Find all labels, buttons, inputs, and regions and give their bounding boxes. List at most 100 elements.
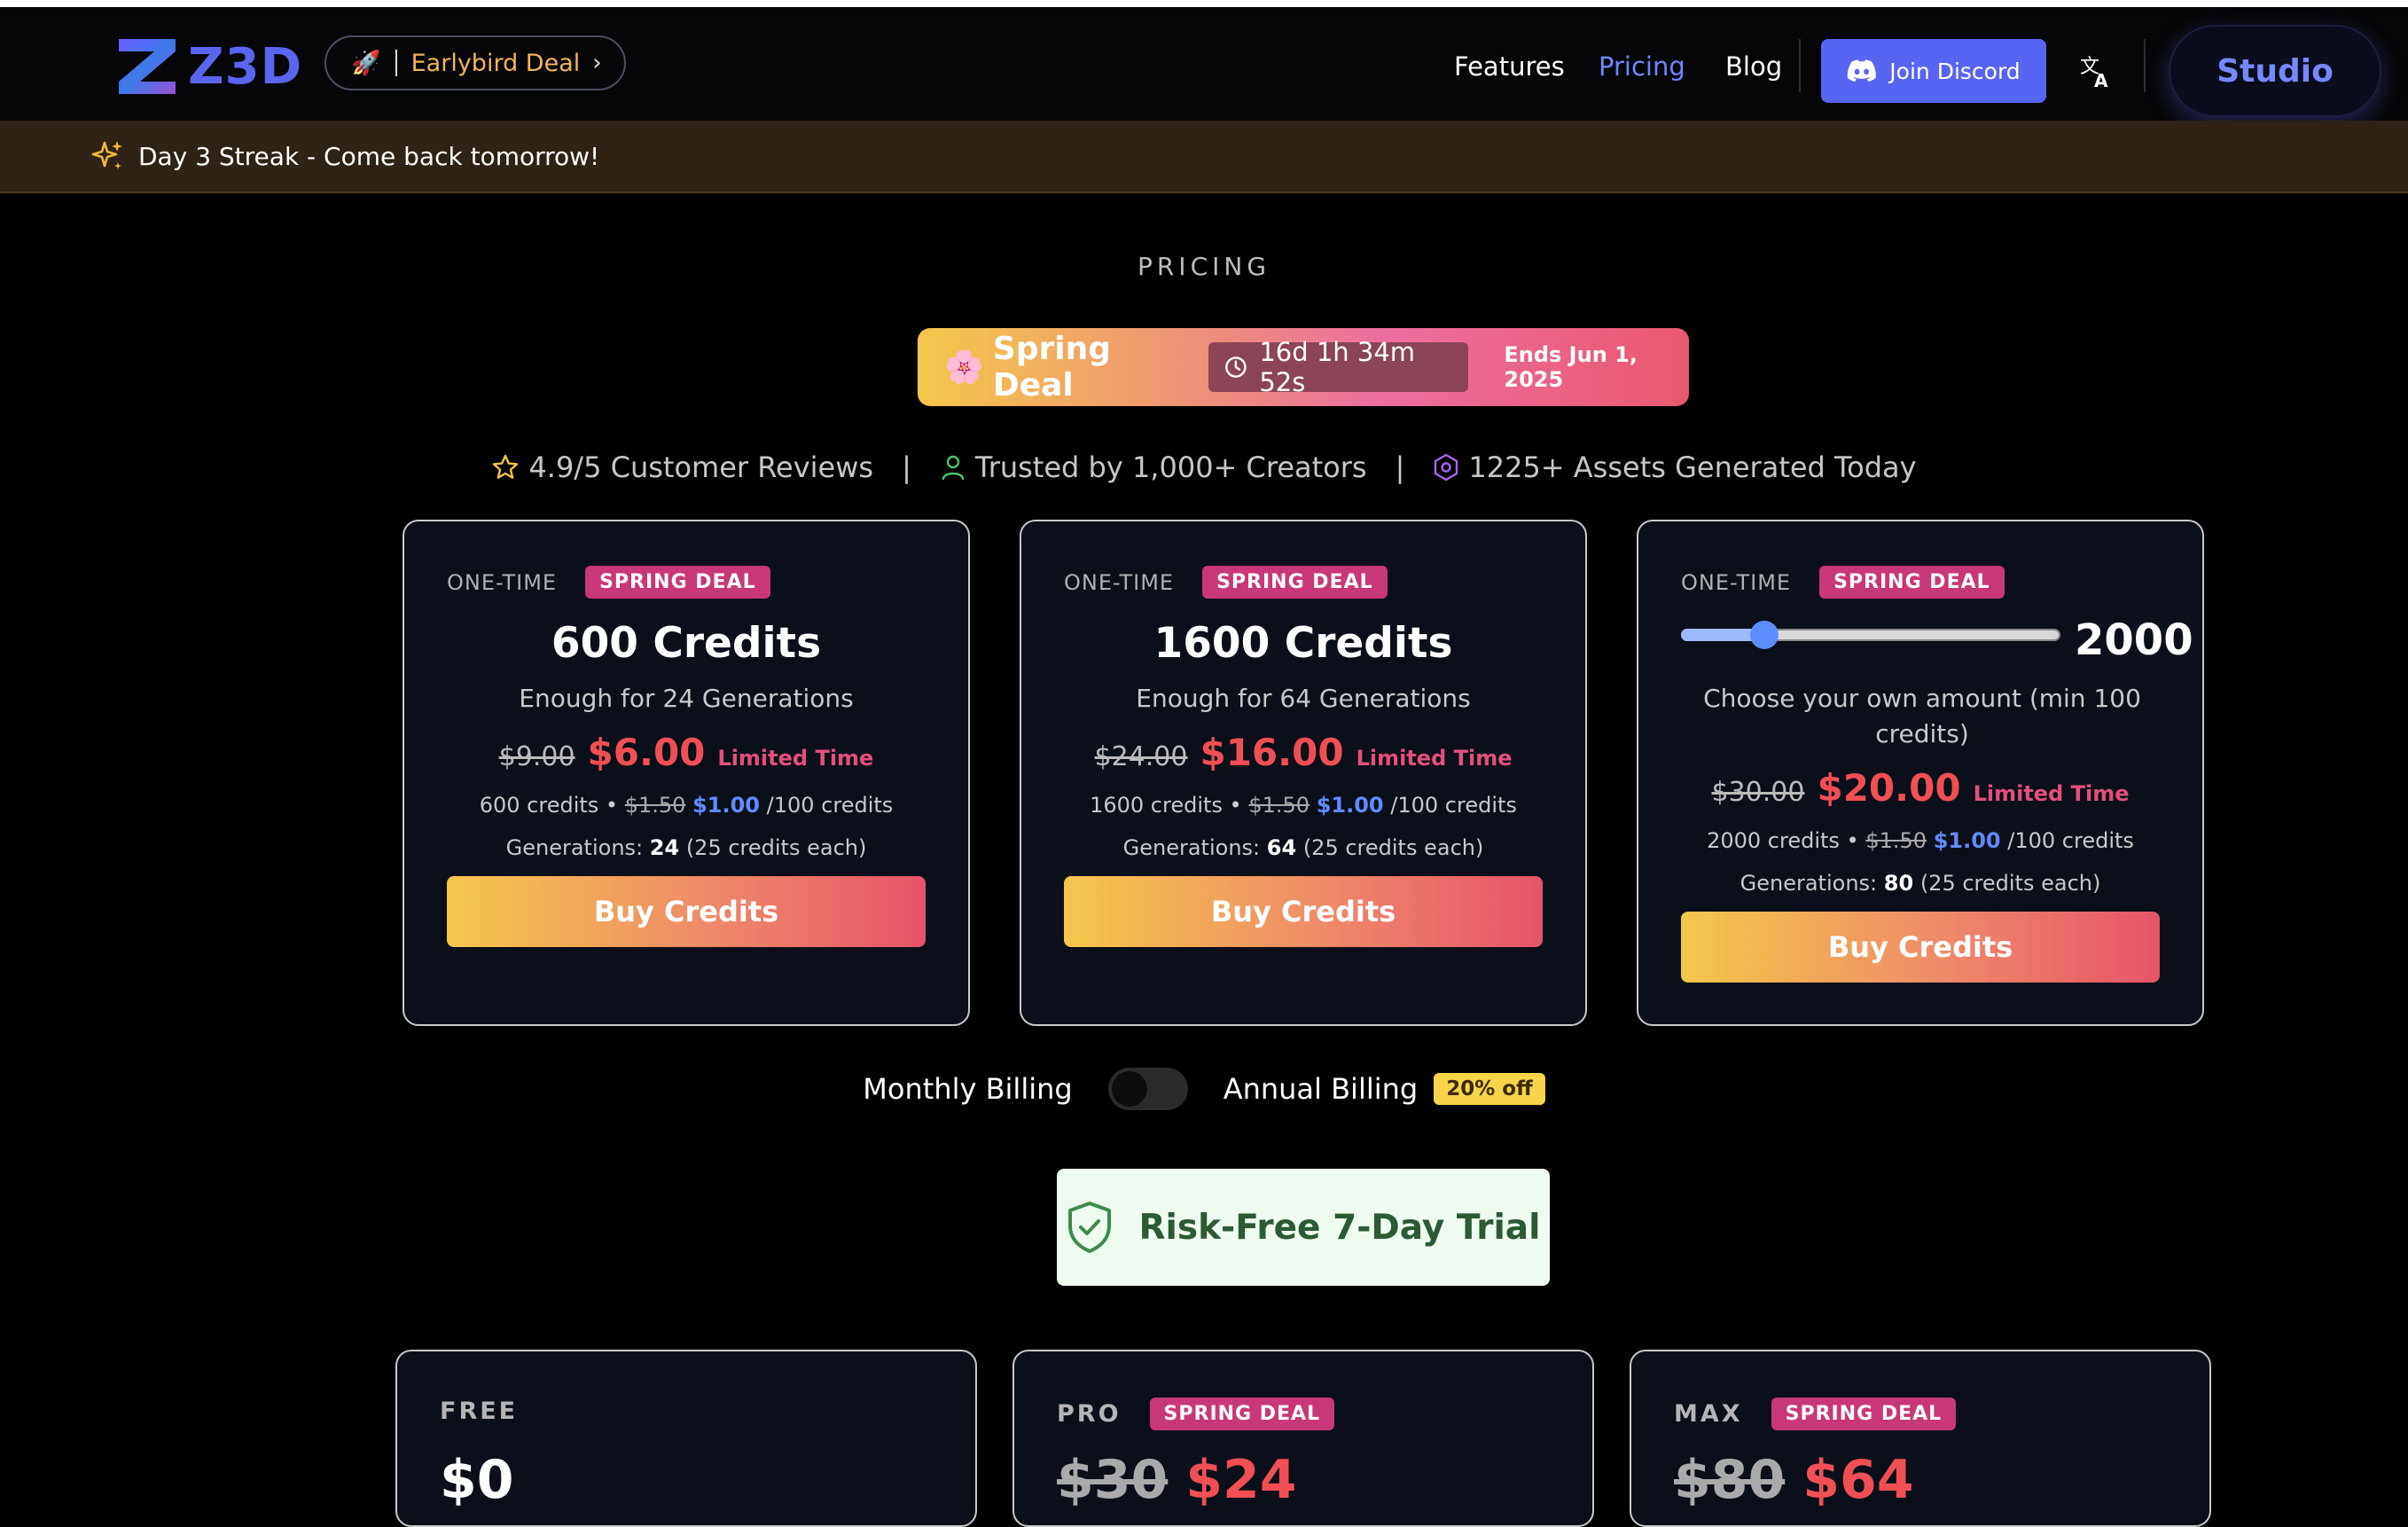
plan-price: $30 $24 [1057, 1449, 1297, 1511]
window-top-edge [0, 0, 2408, 7]
nav-link-features[interactable]: Features [1454, 51, 1565, 82]
rate-dot: • [1846, 828, 1859, 853]
rate-dot: • [1229, 793, 1242, 818]
deal-end-date: Ends Jun 1, 2025 [1504, 342, 1638, 392]
hexagon-icon [1435, 453, 1458, 482]
slider-fill [1681, 629, 1761, 641]
nav-divider-right [2144, 39, 2146, 92]
buy-credits-button[interactable]: Buy Credits [447, 876, 926, 947]
spring-deal-badge: SPRING DEAL [1149, 1398, 1335, 1430]
billing-toggle[interactable] [1107, 1068, 1188, 1110]
z3d-logo-icon [119, 39, 176, 94]
plan-name: PRO [1057, 1400, 1122, 1428]
sparkles-icon [91, 141, 122, 169]
plan-name: FREE [440, 1398, 519, 1425]
nav-link-pricing[interactable]: Pricing [1599, 51, 1685, 82]
plan-new-price: $64 [1802, 1449, 1914, 1511]
annual-discount-badge: 20% off [1434, 1073, 1545, 1105]
rate-unit: /100 credits [766, 793, 894, 818]
annual-billing-label[interactable]: Annual Billing [1224, 1072, 1419, 1106]
plan-card-max: MAX SPRING DEAL $80 $64 [1630, 1350, 2211, 1527]
creators-text: Trusted by 1,000+ Creators [974, 450, 1367, 484]
credits-card-1600: ONE-TIME SPRING DEAL 1600 Credits Enough… [1020, 520, 1587, 1026]
monthly-billing-label[interactable]: Monthly Billing [863, 1072, 1072, 1106]
chevron-right-icon: › [592, 50, 602, 76]
rate-new: $1.00 [692, 793, 760, 818]
trust-separator: | [902, 450, 911, 484]
card-price: $30.00 $20.00 Limited Time [1638, 766, 2202, 810]
plan-old-price: $80 [1674, 1449, 1786, 1511]
rate-unit: /100 credits [2007, 828, 2134, 853]
assets-text: 1225+ Assets Generated Today [1468, 450, 1917, 484]
billing-toggle-row: Monthly Billing Annual Billing 20% off [0, 1068, 2408, 1110]
plan-old-price: $30 [1057, 1449, 1169, 1511]
spring-deal-banner: 🌸 Spring Deal 16d 1h 34m 52s Ends Jun 1,… [918, 328, 1689, 406]
credits-count: 1600 credits [1090, 793, 1223, 818]
spring-deal-badge: SPRING DEAL [1771, 1398, 1957, 1430]
plan-card-pro: PRO SPRING DEAL $30 $24 [1012, 1350, 1594, 1527]
nav-divider [1799, 39, 1801, 92]
credits-count: 600 credits [479, 793, 599, 818]
new-price: $20.00 [1817, 766, 1961, 810]
credits-card-custom: ONE-TIME SPRING DEAL 2000 Choose your ow… [1637, 520, 2204, 1026]
buy-credits-button[interactable]: Buy Credits [1681, 912, 2160, 983]
card-price: $9.00 $6.00 Limited Time [404, 731, 968, 774]
gens-label: Generations: [505, 835, 644, 860]
streak-text: Day 3 Streak - Come back tomorrow! [138, 141, 600, 171]
gens-note: (25 credits each) [1302, 835, 1484, 860]
reviews-text: 4.9/5 Customer Reviews [528, 450, 874, 484]
credit-amount-slider[interactable] [1681, 621, 2060, 649]
card-price: $24.00 $16.00 Limited Time [1021, 731, 1585, 774]
streak-banner: Day 3 Streak - Come back tomorrow! [0, 121, 2408, 193]
new-price: $16.00 [1200, 731, 1344, 774]
new-price: $6.00 [587, 731, 706, 774]
shield-check-icon [1068, 1202, 1112, 1253]
slider-thumb[interactable] [1749, 621, 1779, 649]
credit-rate: 1600 credits • $1.50 $1.00 /100 credits [1021, 793, 1585, 818]
rocket-icon: 🚀 [351, 50, 381, 77]
old-price: $9.00 [498, 741, 575, 772]
credit-amount-value: 2000 [2075, 615, 2193, 665]
discord-icon [1848, 59, 1877, 82]
gens-note: (25 credits each) [1919, 871, 2101, 896]
gens-label: Generations: [1122, 835, 1261, 860]
credit-rate: 2000 credits • $1.50 $1.00 /100 credits [1638, 828, 2202, 853]
rate-new: $1.00 [1316, 793, 1384, 818]
risk-free-trial-banner: Risk-Free 7-Day Trial [1057, 1169, 1550, 1286]
earlybird-label: Earlybird Deal [410, 49, 581, 77]
card-subtitle: Enough for 24 Generations [519, 684, 854, 713]
earlybird-deal-pill[interactable]: 🚀 Earlybird Deal › [324, 35, 626, 90]
pill-divider [395, 50, 397, 76]
join-discord-button[interactable]: Join Discord [1821, 39, 2046, 103]
svg-text:A: A [2094, 70, 2108, 89]
gens-value: 80 [1883, 871, 1914, 896]
creators-stat: Trusted by 1,000+ Creators [940, 450, 1367, 484]
gens-value: 24 [649, 835, 680, 860]
pricing-eyebrow: PRICING [1137, 252, 1271, 281]
gens-value: 64 [1266, 835, 1297, 860]
rate-unit: /100 credits [1390, 793, 1517, 818]
buy-credits-button[interactable]: Buy Credits [1064, 876, 1543, 947]
plan-new-price: $24 [1185, 1449, 1297, 1511]
deal-name: Spring Deal [992, 331, 1112, 403]
rate-old: $1.50 [624, 793, 686, 818]
credit-rate: 600 credits • $1.50 $1.00 /100 credits [404, 793, 968, 818]
join-discord-label: Join Discord [1889, 58, 2021, 84]
credits-card-600: ONE-TIME SPRING DEAL 600 Credits Enough … [403, 520, 970, 1026]
gens-note: (25 credits each) [685, 835, 867, 860]
plan-name: MAX [1674, 1400, 1743, 1428]
studio-button[interactable]: Studio [2169, 25, 2381, 117]
card-subtitle: Enough for 64 Generations [1136, 684, 1471, 713]
translate-icon[interactable]: 文 A [2080, 53, 2112, 89]
spring-deal-badge: SPRING DEAL [585, 566, 770, 599]
user-icon [942, 455, 965, 481]
old-price: $24.00 [1094, 741, 1188, 772]
rate-new: $1.00 [1933, 828, 2001, 853]
plan-card-free: FREE $0 [395, 1350, 977, 1527]
card-title: 600 Credits [551, 619, 822, 668]
generations-info: Generations: 80 (25 credits each) [1638, 871, 2202, 896]
credits-count: 2000 credits [1707, 828, 1840, 853]
nav-link-blog[interactable]: Blog [1725, 51, 1782, 82]
brand-logo[interactable]: Z3D [117, 35, 302, 98]
assets-stat: 1225+ Assets Generated Today [1433, 450, 1917, 484]
